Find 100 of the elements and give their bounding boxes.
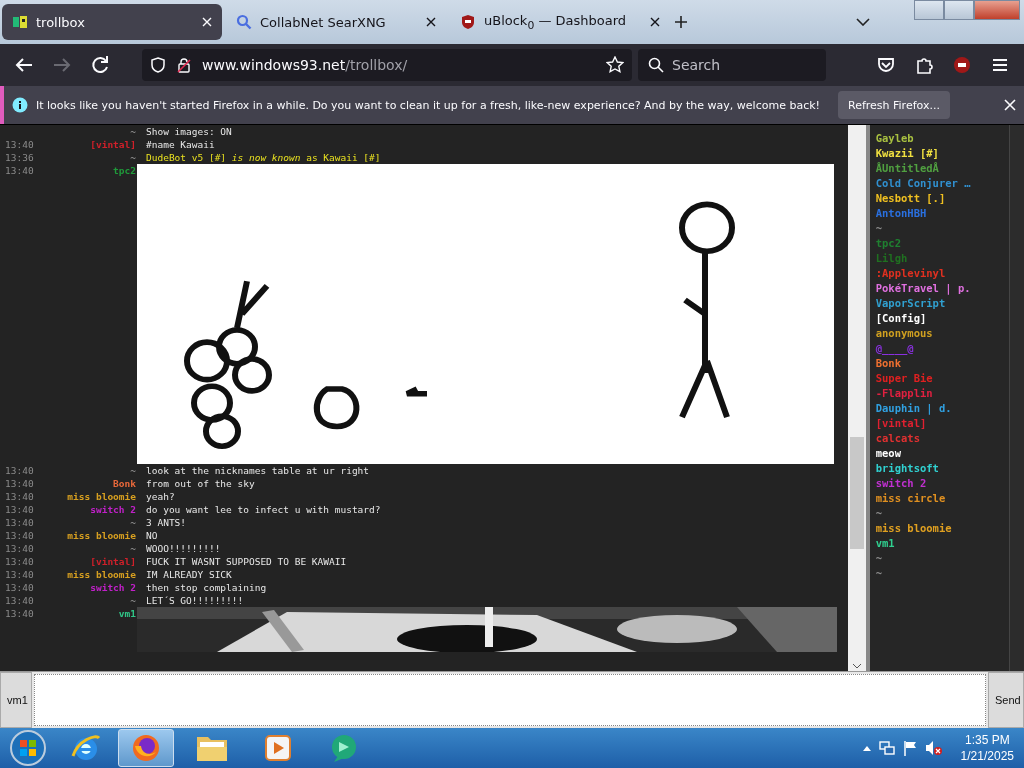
chat-message: IM ALREADY SICK	[146, 568, 232, 581]
browser-tab[interactable]: uBlock$_{0}$ — Dashboard	[450, 4, 670, 40]
maximize-button[interactable]	[944, 0, 974, 20]
nickname: [vintal]	[90, 138, 136, 151]
user-name[interactable]: VaporScript	[875, 296, 1010, 311]
nickname: vm1	[118, 607, 136, 621]
timestamp: 13:40	[4, 503, 34, 516]
chat-message: NO	[146, 529, 158, 542]
nickname: ~	[130, 516, 136, 529]
timestamp: 13:40	[4, 477, 34, 490]
user-name[interactable]: brightsoft	[875, 461, 1010, 476]
new-tab-icon[interactable]	[674, 15, 688, 29]
user-name[interactable]: ~	[875, 506, 1010, 521]
chat-message: 3 ANTS!	[146, 516, 187, 529]
user-name[interactable]: [vintal]	[875, 416, 1010, 431]
user-name[interactable]: Bonk	[875, 356, 1010, 371]
media-player-icon[interactable]	[263, 733, 293, 763]
timestamp: 13:40	[4, 516, 34, 529]
nickname: switch 2	[90, 581, 136, 594]
caret-up-icon[interactable]	[862, 745, 871, 751]
browser-tab[interactable]: CollabNet SearXNG	[226, 4, 446, 40]
timestamp: 13:40	[4, 542, 34, 555]
system-message: DudeBot v5 [#] is now known as Kawaii [#]	[146, 151, 381, 164]
user-name[interactable]: :Applevinyl	[875, 266, 1010, 281]
minimize-button[interactable]	[914, 0, 944, 20]
timestamp: 13:40	[4, 581, 34, 594]
timestamp: 13:40	[4, 138, 34, 151]
user-name[interactable]: Super Bie	[875, 371, 1010, 386]
timestamp: 13:40	[4, 490, 34, 503]
clock-date[interactable]: 1/21/2025	[960, 748, 1014, 764]
send-button[interactable]: Send	[988, 672, 1024, 728]
clock-time[interactable]: 1:35 PM	[960, 732, 1014, 748]
user-name[interactable]: vm1	[875, 536, 1010, 551]
chat-message: look at the nicknames table at ur right	[146, 464, 370, 477]
search-icon	[648, 57, 664, 73]
chevron-down-icon[interactable]	[851, 663, 862, 669]
user-name[interactable]: Nesbott [.]	[875, 191, 1010, 206]
user-name[interactable]: Gayleb	[875, 131, 1010, 146]
timestamp: 13:36	[4, 151, 34, 164]
refresh-button[interactable]: Refresh Firefox...	[838, 91, 950, 119]
address-bar[interactable]: www.windows93.net/trollbox/	[142, 49, 632, 81]
nickname: Bonk	[113, 477, 136, 490]
user-name[interactable]: ~	[875, 566, 1010, 581]
scrollbar-thumb[interactable]	[849, 437, 864, 549]
nickname: tpc2	[113, 164, 136, 178]
scrollbar[interactable]	[1009, 125, 1024, 671]
chat-message: then stop complaining	[146, 581, 267, 594]
nickname: miss bloomie	[67, 529, 136, 542]
nickname: ~	[130, 125, 136, 138]
nickname: ~	[130, 464, 136, 477]
shield-icon	[460, 14, 476, 30]
user-name[interactable]: -Flapplin	[875, 386, 1010, 401]
user-name[interactable]: AntonHBH	[875, 206, 1010, 221]
chat-message: Show images: ON	[146, 125, 232, 138]
search-field[interactable]: Search	[638, 49, 826, 81]
notification-message: It looks like you haven't started Firefox in a while. Do you want to clean it up for a fresh, like-new experience? And by the way, welcome back!	[36, 98, 820, 112]
chat-message: do you want lee to infect u with mustard?	[146, 503, 381, 516]
user-name[interactable]: Cold Conjurer …	[875, 176, 1010, 191]
nickname: miss bloomie	[67, 490, 136, 503]
user-name[interactable]: Dauphin | d.	[875, 401, 1010, 416]
message-field[interactable]	[34, 674, 986, 726]
timestamp: 13:40	[4, 464, 34, 477]
user-name[interactable]: meow	[875, 446, 1010, 461]
chat-message: yeah?	[146, 490, 175, 503]
timestamp: 13:40	[4, 594, 34, 607]
info-icon	[12, 97, 28, 113]
close-icon[interactable]	[650, 17, 660, 27]
user-name[interactable]: switch 2	[875, 476, 1010, 491]
nickname-button[interactable]: vm1	[0, 672, 32, 728]
nickname: ~	[130, 151, 136, 164]
chevron-down-icon[interactable]	[856, 18, 870, 26]
nickname: switch 2	[90, 503, 136, 516]
user-name[interactable]: tpc2	[875, 236, 1010, 251]
browser-tab[interactable]: trollbox	[2, 4, 222, 40]
user-name[interactable]: ÅUntitledÅ	[875, 161, 1010, 176]
user-name[interactable]: calcats	[875, 431, 1010, 446]
close-icon[interactable]	[426, 17, 436, 27]
timestamp: 13:40	[4, 568, 34, 581]
chat-message: FUCK IT WASNT SUPPOSED TO BE KAWAII	[146, 555, 347, 568]
user-name[interactable]: PokéTravel | p.	[875, 281, 1010, 296]
timestamp: 13:40	[4, 607, 34, 621]
network-icon[interactable]	[878, 740, 895, 756]
chat-message: WOOO!!!!!!!!!	[146, 542, 221, 555]
firefox-icon[interactable]	[130, 732, 162, 764]
user-name[interactable]: miss bloomie	[875, 521, 1010, 536]
chat-message: from out of the sky	[146, 477, 255, 490]
speaker-muted-icon[interactable]	[924, 740, 943, 756]
flag-icon[interactable]	[902, 740, 917, 756]
search-icon	[236, 14, 252, 30]
start-button[interactable]	[8, 728, 48, 768]
user-name[interactable]: Kwazii [#]	[875, 146, 1010, 161]
nickname: [vintal]	[90, 555, 136, 568]
taskbar-button[interactable]	[118, 729, 174, 767]
user-name[interactable]: ~	[875, 221, 1010, 236]
user-name[interactable]: miss circle	[875, 491, 1010, 506]
user-name[interactable]: [Config]	[875, 311, 1010, 326]
user-name[interactable]: anonymous	[875, 326, 1010, 341]
user-name[interactable]: ~	[875, 551, 1010, 566]
timestamp: 13:40	[4, 164, 34, 178]
timestamp: 13:40	[4, 529, 34, 542]
